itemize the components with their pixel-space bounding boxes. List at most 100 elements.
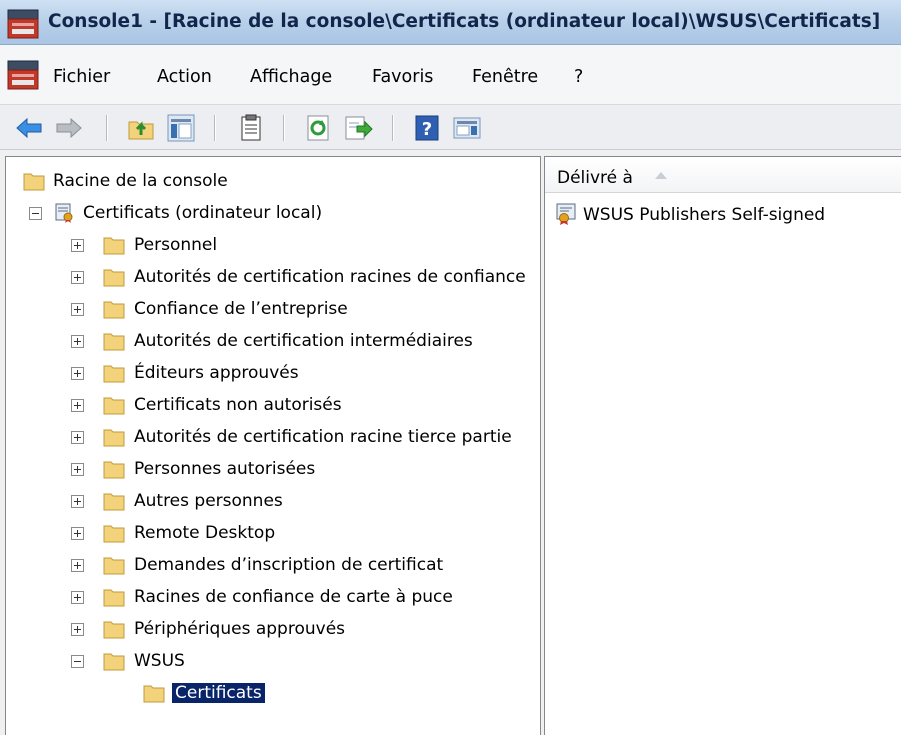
tree-node-root[interactable]: Racine de la console	[6, 165, 540, 197]
tree-node-folder[interactable]: Autres personnes	[6, 485, 540, 517]
menu-favoris[interactable]: Favoris	[372, 67, 433, 87]
tree-node-folder[interactable]: Périphériques approuvés	[6, 613, 540, 645]
tree-node-folder[interactable]: Remote Desktop	[6, 517, 540, 549]
folder-icon	[103, 525, 125, 543]
tree-node-label: Racines de confiance de carte à puce	[134, 587, 453, 607]
tree-node-label: Personnel	[134, 235, 218, 255]
tree-node-label: Autorités de certification racines de co…	[134, 267, 526, 287]
refresh-icon[interactable]	[303, 113, 333, 143]
tree-node-folder[interactable]: Éditeurs approuvés	[6, 357, 540, 389]
tree-node-label: Remote Desktop	[134, 523, 276, 543]
expand-toggle[interactable]	[71, 527, 84, 540]
column-header-label: Délivré à	[557, 168, 633, 188]
forward-arrow-icon[interactable]	[54, 113, 84, 143]
results-pane[interactable]: Délivré à WSUS Publishers Self-signed	[544, 156, 901, 735]
sort-ascending-icon	[655, 172, 667, 179]
collapse-toggle[interactable]	[29, 207, 42, 220]
folder-icon	[103, 333, 125, 351]
show-hide-tree-icon[interactable]	[166, 113, 196, 143]
expand-toggle[interactable]	[71, 367, 84, 380]
toolbar-separator	[214, 115, 216, 141]
expand-toggle[interactable]	[71, 591, 84, 604]
menu-fichier[interactable]: Fichier	[53, 67, 110, 87]
tree-node-label: Demandes d’inscription de certificat	[134, 555, 444, 575]
expand-toggle[interactable]	[71, 399, 84, 412]
certificate-icon	[556, 203, 576, 225]
tree-node-folder[interactable]: Demandes d’inscription de certificat	[6, 549, 540, 581]
certificate-store-icon	[55, 203, 73, 223]
folder-icon	[103, 653, 125, 671]
tree-node-folder[interactable]: Certificats non autorisés	[6, 389, 540, 421]
menu-action[interactable]: Action	[157, 67, 212, 87]
tree-node-wsus[interactable]: WSUS	[6, 645, 540, 677]
folder-icon	[143, 685, 165, 703]
tree-node-folder[interactable]: Personnel	[6, 229, 540, 261]
menu-affichage[interactable]: Affichage	[250, 67, 332, 87]
expand-toggle[interactable]	[71, 559, 84, 572]
tree-node-selected[interactable]: Certificats	[6, 677, 540, 709]
console-app-icon[interactable]	[7, 9, 39, 39]
collapse-toggle[interactable]	[71, 655, 84, 668]
expand-toggle[interactable]	[71, 335, 84, 348]
tree-node-label: Éditeurs approuvés	[134, 363, 299, 383]
toolbar-separator	[283, 115, 285, 141]
help-icon[interactable]: ?	[412, 113, 442, 143]
folder-icon	[103, 237, 125, 255]
column-header-issued-to[interactable]: Délivré à	[545, 157, 901, 193]
expand-toggle[interactable]	[71, 463, 84, 476]
console-tree-pane[interactable]: Racine de la console Certificats (ordina…	[5, 156, 541, 735]
menu-help[interactable]: ?	[574, 67, 583, 87]
expand-toggle[interactable]	[71, 239, 84, 252]
tree-node-label: Autorités de certification intermédiaire…	[134, 331, 473, 351]
properties-icon[interactable]	[236, 113, 266, 143]
tree-node-folder[interactable]: Confiance de l’entreprise	[6, 293, 540, 325]
folder-icon	[103, 301, 125, 319]
menu-bar: Fichier Action Affichage Favoris Fenêtre…	[0, 45, 901, 105]
tree-node-label: Certificats non autorisés	[134, 395, 342, 415]
mmc-console-window: Console1 - [Racine de la console\Certifi…	[0, 0, 901, 735]
svg-text:?: ?	[422, 119, 432, 140]
folder-icon	[103, 557, 125, 575]
folder-icon	[103, 397, 125, 415]
action-pane-icon[interactable]	[452, 113, 482, 143]
tree-node-label: Périphériques approuvés	[134, 619, 346, 639]
list-item[interactable]: WSUS Publishers Self-signed	[555, 202, 895, 228]
tree-node-certificates-store[interactable]: Certificats (ordinateur local)	[6, 197, 540, 229]
toolbar: ?	[0, 106, 901, 150]
expand-toggle[interactable]	[71, 303, 84, 316]
expand-toggle[interactable]	[71, 271, 84, 284]
tree-node-folder[interactable]: Personnes autorisées	[6, 453, 540, 485]
toolbar-separator	[106, 115, 108, 141]
folder-icon	[103, 429, 125, 447]
up-folder-icon[interactable]	[126, 113, 156, 143]
tree-node-folder[interactable]: Autorités de certification racine tierce…	[6, 421, 540, 453]
folder-icon	[23, 173, 45, 191]
tree-node-label: Racine de la console	[53, 171, 228, 191]
folder-icon	[103, 365, 125, 383]
tree-node-label: WSUS	[134, 651, 185, 671]
expand-toggle[interactable]	[71, 431, 84, 444]
tree-node-label: Certificats (ordinateur local)	[83, 203, 323, 223]
back-arrow-icon[interactable]	[14, 113, 44, 143]
tree-node-label: Personnes autorisées	[134, 459, 316, 479]
tree-node-label: Autres personnes	[134, 491, 283, 511]
folder-icon	[103, 461, 125, 479]
tree-node-label-selected: Certificats	[172, 683, 265, 703]
folder-icon	[103, 589, 125, 607]
tree-node-folder[interactable]: Autorités de certification intermédiaire…	[6, 325, 540, 357]
expand-toggle[interactable]	[71, 495, 84, 508]
window-title: Console1 - [Racine de la console\Certifi…	[48, 11, 881, 32]
title-bar[interactable]: Console1 - [Racine de la console\Certifi…	[0, 0, 901, 45]
folder-icon	[103, 621, 125, 639]
expand-toggle[interactable]	[71, 623, 84, 636]
tree-node-folder[interactable]: Autorités de certification racines de co…	[6, 261, 540, 293]
folder-icon	[103, 493, 125, 511]
export-list-icon[interactable]	[343, 113, 373, 143]
list-item-label: WSUS Publishers Self-signed	[583, 205, 826, 225]
folder-icon	[103, 269, 125, 287]
tree-node-label: Autorités de certification racine tierce…	[134, 427, 512, 447]
console-menu-icon[interactable]	[7, 60, 39, 90]
toolbar-separator	[392, 115, 394, 141]
menu-fenetre[interactable]: Fenêtre	[472, 67, 538, 87]
tree-node-folder[interactable]: Racines de confiance de carte à puce	[6, 581, 540, 613]
